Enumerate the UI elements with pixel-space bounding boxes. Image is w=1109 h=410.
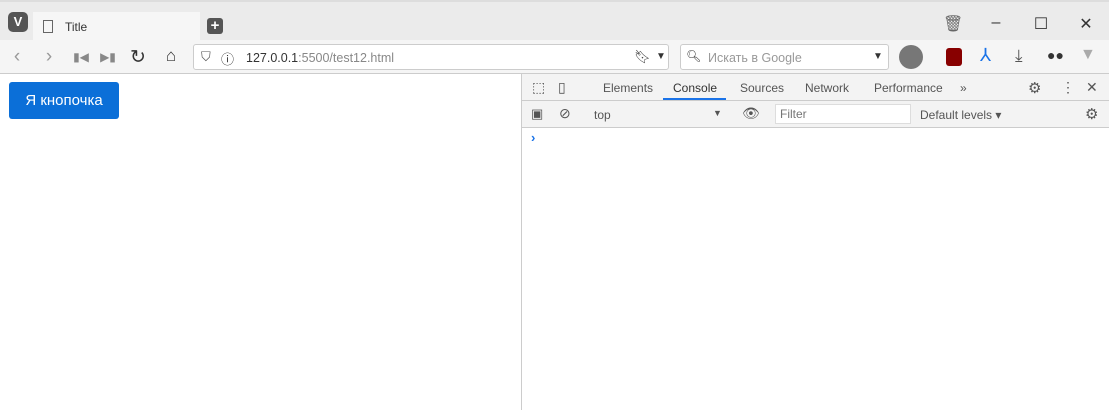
- reload-button[interactable]: ↻: [127, 46, 149, 69]
- info-icon[interactable]: ⓘ: [221, 49, 234, 68]
- ublock-icon[interactable]: [946, 48, 962, 66]
- close-window-button[interactable]: ✕: [1076, 14, 1096, 34]
- page-content: Я кнопочка: [0, 74, 521, 410]
- clear-console-icon[interactable]: ⊘: [559, 105, 571, 122]
- close-devtools-icon[interactable]: ✕: [1086, 79, 1098, 96]
- context-selector[interactable]: top: [594, 108, 611, 122]
- search-engine-dropdown-icon[interactable]: ▼: [873, 51, 883, 62]
- inspect-element-icon[interactable]: ⬚: [532, 79, 545, 96]
- tab-console[interactable]: Console: [673, 81, 717, 95]
- more-tabs-icon[interactable]: »: [960, 81, 967, 95]
- tab-label: Title: [65, 20, 88, 34]
- address-bar[interactable]: ⛉ ⓘ 127.0.0.1:5500/test12.html 🔖︎ ▼: [193, 44, 669, 70]
- home-button[interactable]: ⌂: [160, 46, 182, 66]
- shield-icon[interactable]: ⛉: [201, 49, 211, 65]
- page-button[interactable]: Я кнопочка: [9, 82, 119, 119]
- new-tab-button[interactable]: +: [207, 18, 223, 34]
- dropdown-icon[interactable]: ▼: [656, 51, 666, 62]
- sidebar-toggle-icon[interactable]: ▣: [531, 106, 543, 122]
- download-icon[interactable]: ⤓: [1015, 46, 1023, 66]
- vivaldi-menu-icon[interactable]: V: [8, 12, 28, 32]
- back-button[interactable]: ‹: [6, 46, 28, 68]
- url-path: :5500/test12.html: [298, 51, 395, 65]
- more-options-icon[interactable]: ⋮: [1061, 79, 1075, 96]
- search-placeholder: Искать в Google: [708, 51, 802, 65]
- search-field[interactable]: 🔍︎ Искать в Google ▼: [680, 44, 889, 70]
- tab-sources[interactable]: Sources: [740, 81, 784, 95]
- settings-icon[interactable]: ⚙: [1028, 79, 1041, 97]
- trash-icon[interactable]: 🗑: [943, 14, 963, 34]
- bookmark-icon[interactable]: 🔖︎: [634, 49, 651, 65]
- tab-performance[interactable]: Performance: [874, 81, 943, 95]
- profile-avatar[interactable]: [899, 45, 923, 69]
- minimize-button[interactable]: –: [986, 14, 1006, 32]
- search-icon[interactable]: 🔍︎: [686, 49, 701, 63]
- device-toolbar-icon[interactable]: ▯: [558, 79, 566, 96]
- rewind-button[interactable]: ▮◀: [70, 50, 92, 64]
- devtools-panel: ⬚ ▯ Elements Console Sources Network Per…: [521, 74, 1109, 410]
- vivaldi-extension-icon[interactable]: ▼: [1080, 46, 1096, 64]
- devtools-tabs: ⬚ ▯ Elements Console Sources Network Per…: [522, 74, 1109, 101]
- extension-icon[interactable]: ⅄: [980, 45, 991, 66]
- eye-icon[interactable]: 👁︎: [742, 105, 760, 122]
- fast-forward-button[interactable]: ▶▮: [97, 50, 119, 64]
- url-host: 127.0.0.1: [246, 51, 299, 65]
- console-prompt[interactable]: ›: [531, 130, 535, 145]
- active-tab-indicator: [663, 98, 726, 100]
- tab-network[interactable]: Network: [805, 81, 849, 95]
- console-toolbar: ▣ ⊘ top ▼ 👁︎ Default levels ▾ ⚙: [522, 101, 1109, 128]
- forward-button[interactable]: ›: [38, 46, 60, 68]
- filter-input[interactable]: [775, 104, 911, 124]
- page-icon: [43, 20, 53, 33]
- maximize-button[interactable]: ☐: [1031, 14, 1051, 34]
- tab-title[interactable]: Title: [33, 12, 200, 42]
- context-dropdown-icon[interactable]: ▼: [713, 108, 722, 118]
- url-text: 127.0.0.1:5500/test12.html: [246, 51, 394, 65]
- navigation-toolbar: ‹ › ▮◀ ▶▮ ↻ ⌂ ⛉ ⓘ 127.0.0.1:5500/test12.…: [0, 40, 1109, 74]
- console-settings-icon[interactable]: ⚙: [1085, 105, 1098, 123]
- log-levels-dropdown[interactable]: Default levels ▾: [920, 108, 1001, 122]
- extension-balls-icon[interactable]: ●●: [1047, 47, 1064, 63]
- tab-elements[interactable]: Elements: [603, 81, 653, 95]
- tab-bar: V Title + 🗑 – ☐ ✕: [0, 0, 1109, 42]
